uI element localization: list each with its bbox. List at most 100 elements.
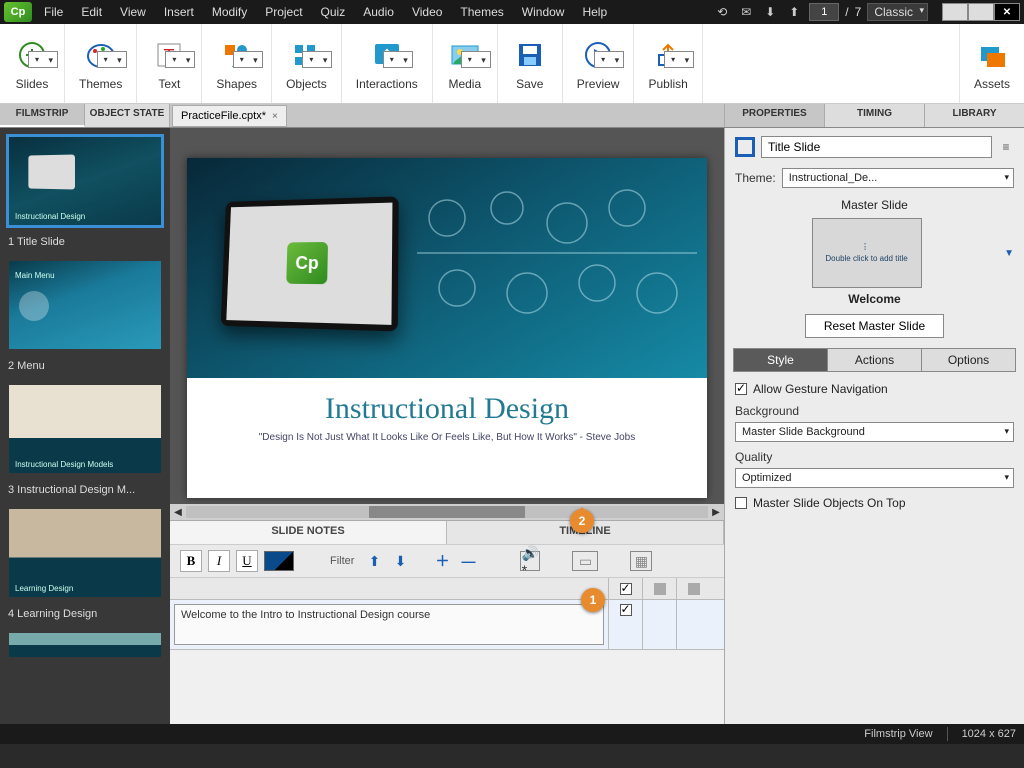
sync-icon[interactable]: ⟲ xyxy=(713,3,731,21)
tab-object-state[interactable]: OBJECT STATE xyxy=(85,104,170,127)
underline-button[interactable]: U xyxy=(236,550,258,572)
page-sep: / xyxy=(845,5,848,19)
menu-audio[interactable]: Audio xyxy=(355,1,402,23)
horizontal-scrollbar[interactable]: ◀ ▶ xyxy=(170,504,724,520)
tab-library[interactable]: LIBRARY xyxy=(924,104,1024,127)
tab-timing[interactable]: TIMING xyxy=(824,104,924,127)
note-row[interactable]: Welcome to the Intro to Instructional De… xyxy=(170,600,724,650)
text-color-swatch[interactable] xyxy=(264,551,294,571)
bold-button[interactable]: B xyxy=(180,550,202,572)
menu-file[interactable]: File xyxy=(36,1,71,23)
menu-view[interactable]: View xyxy=(112,1,154,23)
panel-menu-icon[interactable]: ≡ xyxy=(998,140,1014,154)
menu-help[interactable]: Help xyxy=(574,1,615,23)
filmstrip-label-2: 2 Menu xyxy=(6,356,164,382)
master-on-top-checkbox[interactable] xyxy=(735,497,747,509)
upload-icon[interactable]: ⬆ xyxy=(785,3,803,21)
slide-name-input[interactable] xyxy=(761,136,992,158)
subtab-actions[interactable]: Actions xyxy=(828,349,922,371)
mail-icon[interactable]: ✉ xyxy=(737,3,755,21)
scroll-handle[interactable] xyxy=(369,506,526,518)
tts-icon[interactable]: 🔊* xyxy=(520,551,540,571)
slide-notes-panel: B I U Filter ⬆ ⬇ ＋ — 🔊* ▭ ▦ xyxy=(170,544,724,724)
layout-icon[interactable]: ▦ xyxy=(630,551,652,571)
filmstrip-label-3: 3 Instructional Design M... xyxy=(6,480,164,506)
ribbon-assets[interactable]: Assets xyxy=(959,24,1024,103)
filmstrip-thumb-5[interactable] xyxy=(6,630,164,660)
note-text-input[interactable]: Welcome to the Intro to Instructional De… xyxy=(174,604,604,645)
remove-note-icon[interactable]: — xyxy=(458,551,478,571)
window-close[interactable]: ✕ xyxy=(994,3,1020,21)
canvas[interactable]: Cp Instructional Design "Design Is Not J… xyxy=(170,128,724,504)
allow-gesture-label: Allow Gesture Navigation xyxy=(753,382,888,396)
add-note-icon[interactable]: ＋ xyxy=(432,551,452,571)
master-slide-dropdown-icon[interactable]: ▼ xyxy=(1004,248,1014,259)
scroll-right-icon[interactable]: ▶ xyxy=(708,507,724,518)
reset-master-slide-button[interactable]: Reset Master Slide xyxy=(805,314,944,338)
download-icon[interactable]: ⬇ xyxy=(761,3,779,21)
menubar: File Edit View Insert Modify Project Qui… xyxy=(36,1,713,23)
menu-insert[interactable]: Insert xyxy=(156,1,202,23)
status-view: Filmstrip View xyxy=(864,728,932,740)
tab-filmstrip[interactable]: FILMSTRIP xyxy=(0,104,85,127)
tab-properties[interactable]: PROPERTIES xyxy=(724,104,824,127)
menu-project[interactable]: Project xyxy=(257,1,310,23)
filmstrip-thumb-2[interactable]: Main Menu xyxy=(6,258,164,352)
ribbon-themes[interactable]: ▾ Themes xyxy=(65,24,137,103)
menu-video[interactable]: Video xyxy=(404,1,450,23)
ribbon: ▾ Slides ▾ Themes T▾ Text ▾ Shapes ▾ Obj… xyxy=(0,24,1024,104)
page-total: 7 xyxy=(855,5,862,19)
palette-icon: ▾ xyxy=(83,37,119,73)
background-dropdown[interactable]: Master Slide Background xyxy=(735,422,1014,442)
filmstrip-thumb-1[interactable]: Instructional Design xyxy=(6,134,164,228)
italic-button[interactable]: I xyxy=(208,550,230,572)
workspace-dropdown[interactable]: Classic xyxy=(867,3,928,21)
callout-1: 1 xyxy=(581,588,605,612)
ribbon-slides[interactable]: ▾ Slides xyxy=(0,24,65,103)
tab-slide-notes[interactable]: SLIDE NOTES xyxy=(170,521,447,544)
filmstrip-thumb-3[interactable]: Instructional Design Models xyxy=(6,382,164,476)
filmstrip-thumb-4[interactable]: Learning Design xyxy=(6,506,164,600)
ribbon-preview[interactable]: ▾ Preview xyxy=(563,24,635,103)
media-icon: ▾ xyxy=(447,37,483,73)
note-checkbox-tts[interactable] xyxy=(620,604,632,616)
app-logo: Cp xyxy=(4,2,32,22)
master-slide-thumbnail[interactable]: ⠇ Double click to add title xyxy=(812,218,922,288)
publish-icon: ▾ xyxy=(650,37,686,73)
cc-icon[interactable]: ▭ xyxy=(572,551,598,571)
document-tab[interactable]: PracticeFile.cptx* × xyxy=(172,105,287,127)
slide[interactable]: Cp Instructional Design "Design Is Not J… xyxy=(187,158,707,498)
move-down-icon[interactable]: ⬇ xyxy=(390,551,410,571)
ribbon-save[interactable]: Save xyxy=(498,24,563,103)
allow-gesture-checkbox[interactable] xyxy=(735,383,747,395)
quality-dropdown[interactable]: Optimized xyxy=(735,468,1014,488)
slide-title[interactable]: Instructional Design xyxy=(187,392,707,426)
ribbon-objects[interactable]: ▾ Objects xyxy=(272,24,342,103)
ribbon-media[interactable]: ▾ Media xyxy=(433,24,498,103)
header-checkbox-tts[interactable] xyxy=(620,583,632,595)
ribbon-shapes[interactable]: ▾ Shapes xyxy=(202,24,272,103)
menu-modify[interactable]: Modify xyxy=(204,1,255,23)
window-minimize[interactable]: — xyxy=(942,3,968,21)
theme-dropdown[interactable]: Instructional_De... xyxy=(782,168,1014,188)
subtab-options[interactable]: Options xyxy=(922,349,1015,371)
ribbon-interactions[interactable]: ▾ Interactions xyxy=(342,24,433,103)
filmstrip-panel[interactable]: Instructional Design 1 Title Slide Main … xyxy=(0,128,170,724)
assets-icon xyxy=(974,37,1010,73)
menu-edit[interactable]: Edit xyxy=(73,1,110,23)
page-current-input[interactable] xyxy=(809,3,839,21)
ribbon-text[interactable]: T▾ Text xyxy=(137,24,202,103)
window-maximize[interactable]: ▢ xyxy=(968,3,994,21)
slide-subtitle[interactable]: "Design Is Not Just What It Looks Like O… xyxy=(187,432,707,443)
text-icon: T▾ xyxy=(151,37,187,73)
save-icon xyxy=(512,37,548,73)
status-dimensions: 1024 x 627 xyxy=(962,728,1016,740)
close-icon[interactable]: × xyxy=(272,111,278,122)
scroll-left-icon[interactable]: ◀ xyxy=(170,507,186,518)
move-up-icon[interactable]: ⬆ xyxy=(364,551,384,571)
menu-window[interactable]: Window xyxy=(514,1,573,23)
menu-themes[interactable]: Themes xyxy=(452,1,511,23)
menu-quiz[interactable]: Quiz xyxy=(313,1,354,23)
subtab-style[interactable]: Style xyxy=(734,349,828,371)
ribbon-publish[interactable]: ▾ Publish xyxy=(634,24,702,103)
